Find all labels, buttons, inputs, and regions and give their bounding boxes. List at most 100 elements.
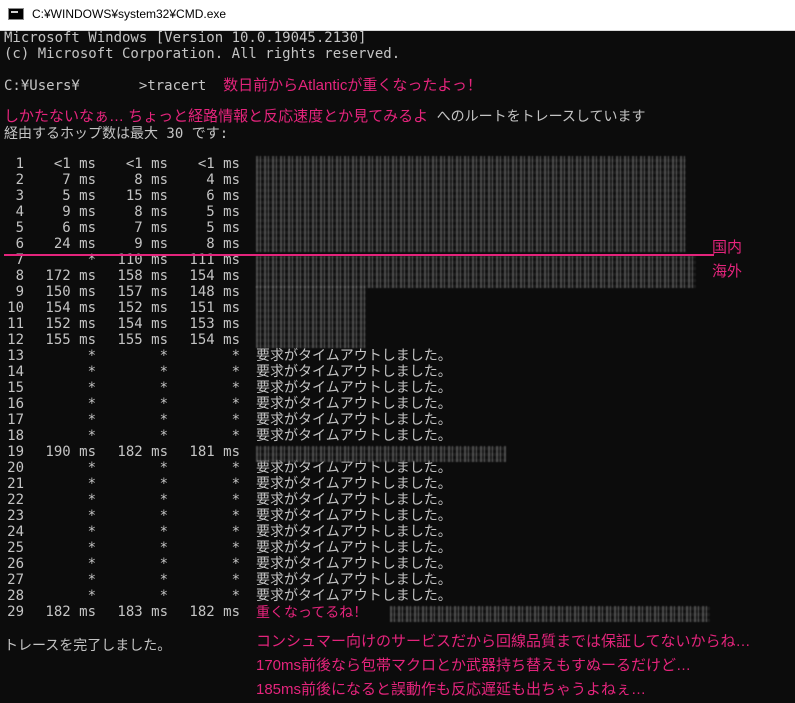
hop-number: 24 bbox=[7, 524, 24, 540]
rtt-2: 152 ms bbox=[117, 300, 168, 316]
rtt-1: * bbox=[87, 556, 96, 572]
prompt-line: C:¥Users¥ >tracert 数日前からAtlanticが重くなったよっ… bbox=[4, 78, 482, 95]
hop-row: 25 * * * 要求がタイムアウトしました。 bbox=[0, 540, 795, 556]
rtt-2: * bbox=[159, 396, 168, 412]
cmd-icon bbox=[8, 8, 24, 20]
hop-number: 10 bbox=[7, 300, 24, 316]
hop-host: 要求がタイムアウトしました。 bbox=[256, 524, 452, 540]
redacted-hostnames-overseas bbox=[256, 256, 696, 288]
hop-row: 26 * * * 要求がタイムアウトしました。 bbox=[0, 556, 795, 572]
hop-host: 要求がタイムアウトしました。 bbox=[256, 412, 452, 428]
rtt-3: * bbox=[231, 412, 240, 428]
rtt-2: 7 ms bbox=[134, 220, 168, 236]
rtt-1: * bbox=[87, 380, 96, 396]
rtt-3: * bbox=[231, 524, 240, 540]
hop-number: 1 bbox=[15, 156, 24, 172]
hop-number: 27 bbox=[7, 572, 24, 588]
rtt-2: * bbox=[159, 508, 168, 524]
rtt-2: * bbox=[159, 380, 168, 396]
hop-row: 15 * * * 要求がタイムアウトしました。 bbox=[0, 380, 795, 396]
hop-row: 14 * * * 要求がタイムアウトしました。 bbox=[0, 364, 795, 380]
hop-host: 要求がタイムアウトしました。 bbox=[256, 348, 452, 364]
hop-host: 重くなってるね！ bbox=[256, 604, 368, 620]
hop-number: 3 bbox=[15, 188, 24, 204]
rtt-3: * bbox=[231, 364, 240, 380]
rtt-1: * bbox=[87, 428, 96, 444]
rtt-3: * bbox=[231, 476, 240, 492]
redacted-hostnames-overseas-2 bbox=[256, 286, 366, 348]
max-hops-line: 経由するホップ数は最大 30 です: bbox=[4, 126, 229, 142]
trace-intro-line: しかたないなぁ… ちょっと経路情報と反応速度とか見てみるよ へのルートをトレース… bbox=[4, 109, 646, 127]
rtt-2: 155 ms bbox=[117, 332, 168, 348]
hop-number: 14 bbox=[7, 364, 24, 380]
hop-host: 要求がタイムアウトしました。 bbox=[256, 460, 452, 476]
hop-number: 4 bbox=[15, 204, 24, 220]
domestic-label: 国内 bbox=[712, 239, 743, 256]
redacted-hostnames-domestic bbox=[256, 156, 686, 252]
rtt-1: 9 ms bbox=[62, 204, 96, 220]
rtt-1: * bbox=[87, 396, 96, 412]
rtt-3: * bbox=[231, 508, 240, 524]
rtt-3: 151 ms bbox=[189, 300, 240, 316]
hop-row: 16 * * * 要求がタイムアウトしました。 bbox=[0, 396, 795, 412]
hop-row: 20 * * * 要求がタイムアウトしました。 bbox=[0, 460, 795, 476]
rtt-1: 154 ms bbox=[45, 300, 96, 316]
hop-host: 要求がタイムアウトしました。 bbox=[256, 588, 452, 604]
hop-host: 要求がタイムアウトしました。 bbox=[256, 364, 452, 380]
hop-number: 12 bbox=[7, 332, 24, 348]
hop-number: 17 bbox=[7, 412, 24, 428]
rtt-2: * bbox=[159, 428, 168, 444]
rtt-2: 8 ms bbox=[134, 204, 168, 220]
hop-number: 13 bbox=[7, 348, 24, 364]
rtt-1: * bbox=[87, 348, 96, 364]
hop-number: 26 bbox=[7, 556, 24, 572]
hop-number: 9 bbox=[15, 284, 24, 300]
rtt-2: <1 ms bbox=[125, 156, 168, 172]
rtt-1: 24 ms bbox=[53, 236, 96, 252]
hop-host: 要求がタイムアウトしました。 bbox=[256, 380, 452, 396]
hop-row: 12 155 ms 155 ms 154 ms bbox=[0, 332, 795, 348]
rtt-2: * bbox=[159, 476, 168, 492]
rtt-3: * bbox=[231, 492, 240, 508]
rtt-3: * bbox=[231, 572, 240, 588]
hop-row: 23 * * * 要求がタイムアウトしました。 bbox=[0, 508, 795, 524]
rtt-1: 182 ms bbox=[45, 604, 96, 620]
hop-number: 22 bbox=[7, 492, 24, 508]
hop-number: 25 bbox=[7, 540, 24, 556]
rtt-3: 154 ms bbox=[189, 332, 240, 348]
hop-row: 11 152 ms 154 ms 153 ms bbox=[0, 316, 795, 332]
rtt-3: * bbox=[231, 540, 240, 556]
hop-number: 11 bbox=[7, 316, 24, 332]
hop-number: 5 bbox=[15, 220, 24, 236]
rtt-2: 15 ms bbox=[125, 188, 168, 204]
rtt-3: * bbox=[231, 428, 240, 444]
hop-row: 22 * * * 要求がタイムアウトしました。 bbox=[0, 492, 795, 508]
prompt-command: >tracert bbox=[138, 78, 207, 94]
rtt-2: * bbox=[159, 572, 168, 588]
title-bar: C:¥WINDOWS¥system32¥CMD.exe bbox=[0, 0, 795, 31]
hop-number: 29 bbox=[7, 604, 24, 620]
rtt-3: 154 ms bbox=[189, 268, 240, 284]
rtt-2: * bbox=[159, 540, 168, 556]
rtt-2: * bbox=[159, 412, 168, 428]
window-title: C:¥WINDOWS¥system32¥CMD.exe bbox=[32, 7, 227, 21]
rtt-2: 9 ms bbox=[134, 236, 168, 252]
prompt-path: C:¥Users¥ bbox=[4, 78, 80, 94]
rtt-1: 190 ms bbox=[45, 444, 96, 460]
hop-number: 19 bbox=[7, 444, 24, 460]
rtt-1: 172 ms bbox=[45, 268, 96, 284]
rtt-1: <1 ms bbox=[53, 156, 96, 172]
rtt-3: 181 ms bbox=[189, 444, 240, 460]
rtt-1: 152 ms bbox=[45, 316, 96, 332]
rtt-3: 8 ms bbox=[206, 236, 240, 252]
rtt-3: 182 ms bbox=[189, 604, 240, 620]
rtt-3: 153 ms bbox=[189, 316, 240, 332]
rtt-1: * bbox=[87, 412, 96, 428]
rtt-1: 5 ms bbox=[62, 188, 96, 204]
hop-host: 要求がタイムアウトしました。 bbox=[256, 556, 452, 572]
hop-row: 24 * * * 要求がタイムアウトしました。 bbox=[0, 524, 795, 540]
rtt-1: 6 ms bbox=[62, 220, 96, 236]
rtt-2: 182 ms bbox=[117, 444, 168, 460]
rtt-2: * bbox=[159, 348, 168, 364]
console[interactable]: Microsoft Windows [Version 10.0.19045.21… bbox=[0, 30, 795, 703]
